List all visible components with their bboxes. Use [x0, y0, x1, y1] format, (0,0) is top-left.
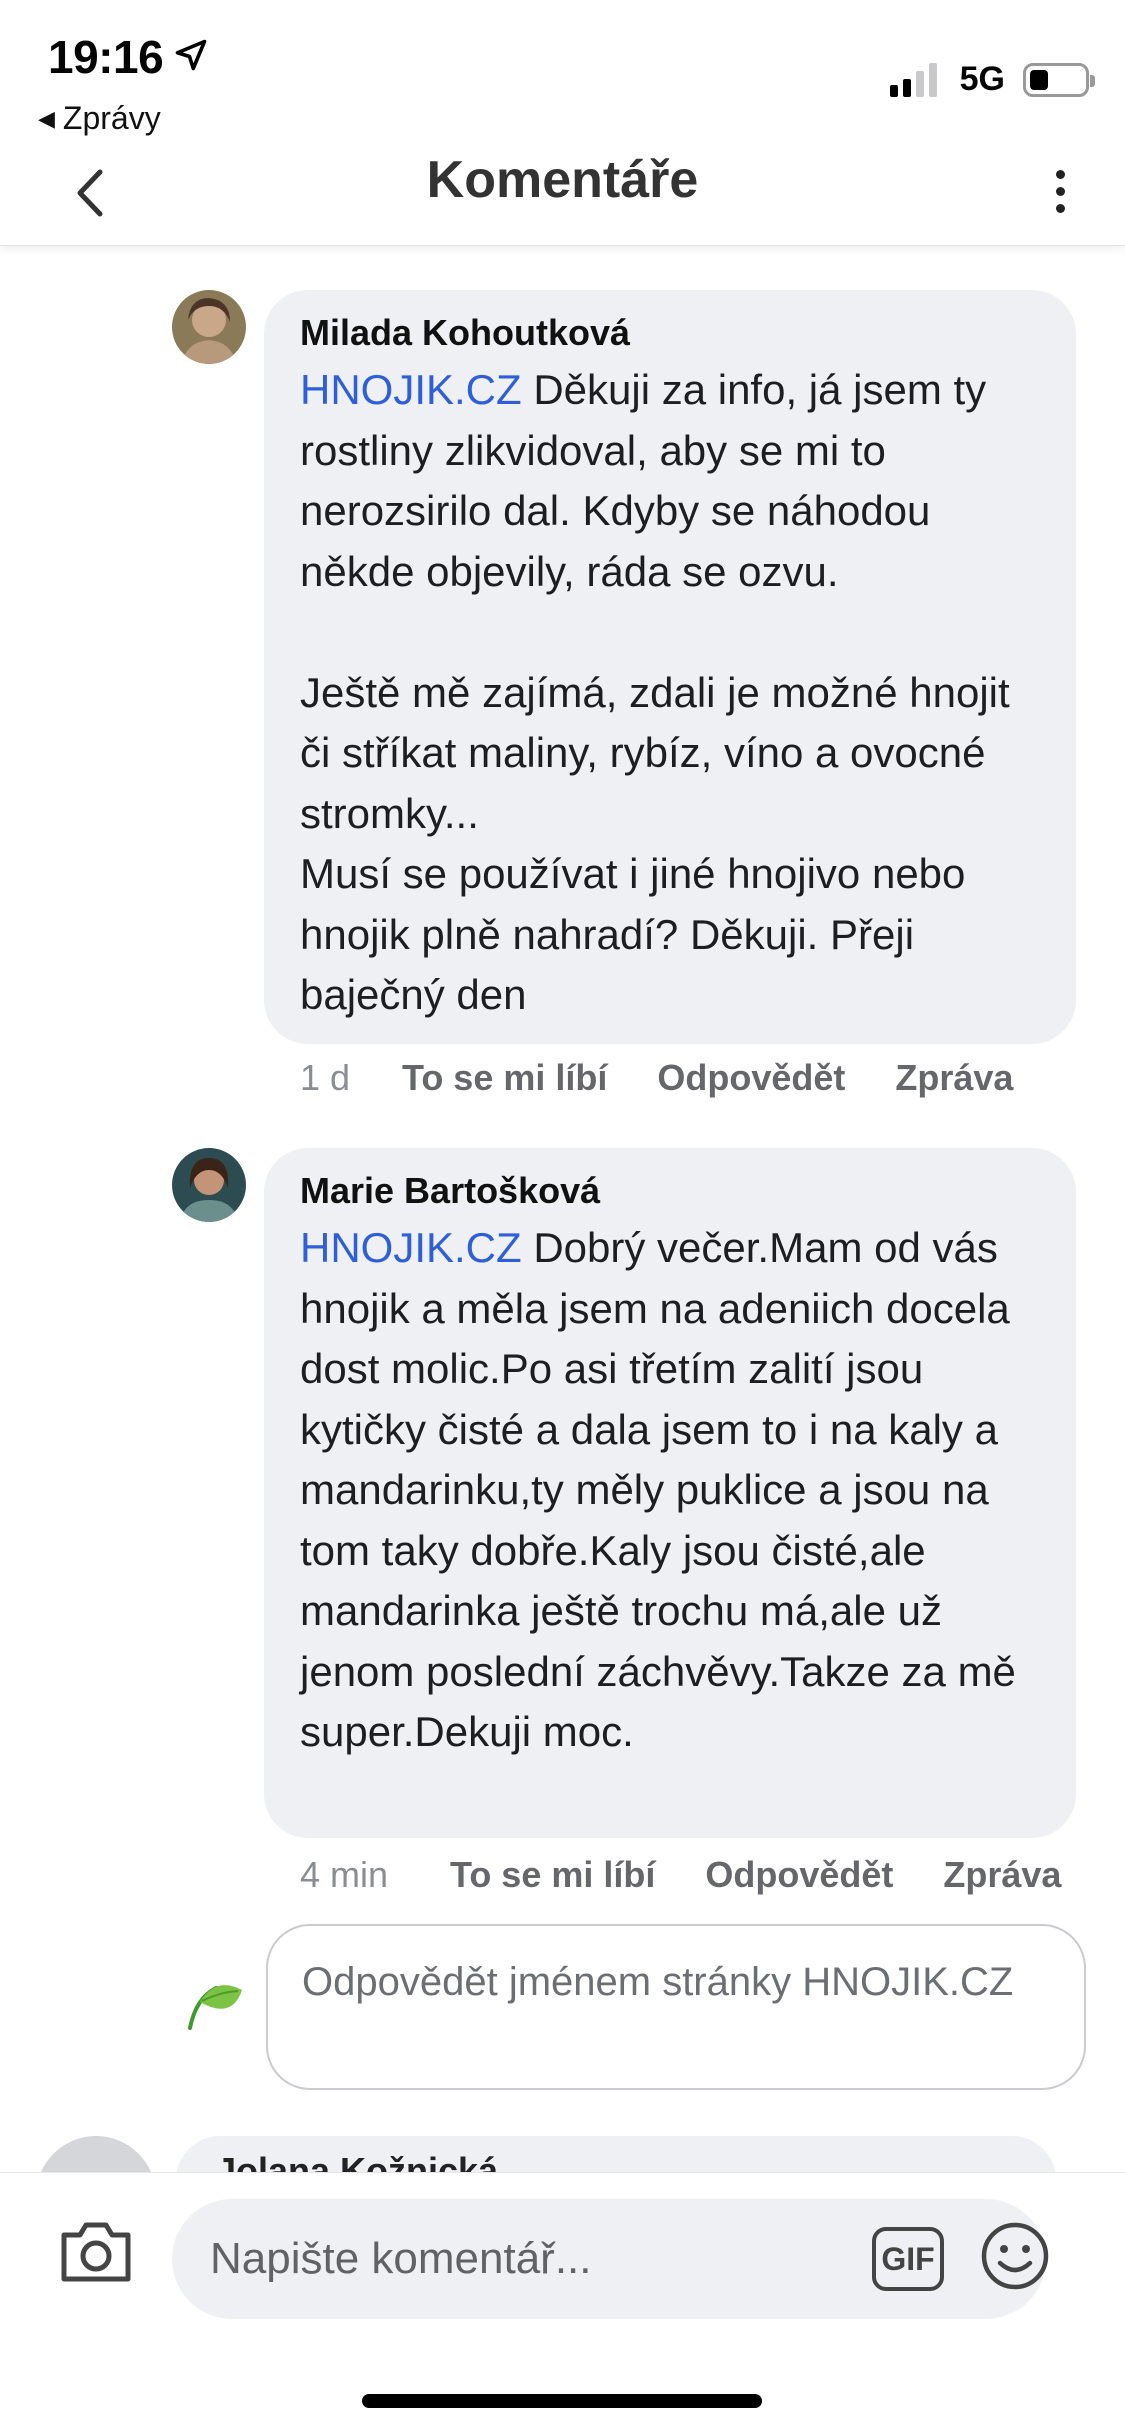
- comment-author[interactable]: Marie Bartošková: [300, 1170, 1040, 1212]
- more-options-button[interactable]: [1045, 156, 1075, 226]
- location-arrow-icon: [173, 30, 209, 84]
- comment-time: 4 min: [300, 1854, 389, 1895]
- comment-time: 1 d: [300, 1057, 351, 1098]
- more-vertical-icon: [1055, 169, 1065, 179]
- comment-bubble: Milada Kohoutková HNOJIK.CZ Děkuji za in…: [264, 290, 1076, 1044]
- comment-author[interactable]: Milada Kohoutková: [300, 312, 1040, 354]
- like-button[interactable]: To se mi líbí: [402, 1057, 607, 1099]
- home-indicator[interactable]: [362, 2394, 762, 2408]
- camera-icon: [61, 2222, 131, 2282]
- emoji-button[interactable]: [980, 2221, 1050, 2291]
- page-title: Komentáře: [426, 151, 699, 209]
- page-tag-link[interactable]: HNOJIK.CZ: [300, 1224, 522, 1271]
- status-indicators: 5G: [889, 60, 1095, 99]
- page-avatar: [176, 1968, 246, 2038]
- gif-button[interactable]: GIF: [872, 2227, 944, 2291]
- back-triangle-icon: ◀: [38, 105, 55, 131]
- comment-bubble: Marie Bartošková HNOJIK.CZ Dobrý večer.M…: [264, 1148, 1076, 1838]
- nav-header: Komentáře: [0, 140, 1125, 246]
- battery-icon: [1023, 62, 1095, 97]
- network-label: 5G: [959, 60, 1005, 98]
- reply-as-page-input[interactable]: Odpovědět jménem stránky HNOJIK.CZ: [266, 1924, 1086, 2090]
- signal-icon: [889, 62, 942, 97]
- comment-text: HNOJIK.CZ Dobrý večer.Mam od vás hnojik …: [300, 1224, 1028, 1755]
- like-button[interactable]: To se mi líbí: [450, 1854, 655, 1896]
- smiley-icon: [981, 2222, 1049, 2290]
- avatar[interactable]: [172, 1148, 246, 1222]
- comment-text: HNOJIK.CZ Děkuji za info, já jsem ty ros…: [300, 366, 1010, 1018]
- message-button[interactable]: Zpráva: [943, 1854, 1061, 1896]
- comment-actions: 1 d To se mi líbí Odpovědět Zpráva: [300, 1057, 1013, 1099]
- reply-button[interactable]: Odpovědět: [657, 1057, 845, 1099]
- leaf-icon: [188, 1985, 242, 2030]
- page-tag-link[interactable]: HNOJIK.CZ: [300, 366, 522, 413]
- message-button[interactable]: Zpráva: [895, 1057, 1013, 1099]
- status-time: 19:16: [48, 30, 209, 84]
- back-to-app-link[interactable]: ◀ Zprávy: [38, 100, 161, 137]
- comment-actions: 4 min To se mi líbí Odpovědět Zpráva: [300, 1854, 1061, 1896]
- avatar[interactable]: [172, 290, 246, 364]
- camera-button[interactable]: [58, 2219, 134, 2285]
- reply-button[interactable]: Odpovědět: [705, 1854, 893, 1896]
- gif-icon: GIF: [881, 2240, 935, 2277]
